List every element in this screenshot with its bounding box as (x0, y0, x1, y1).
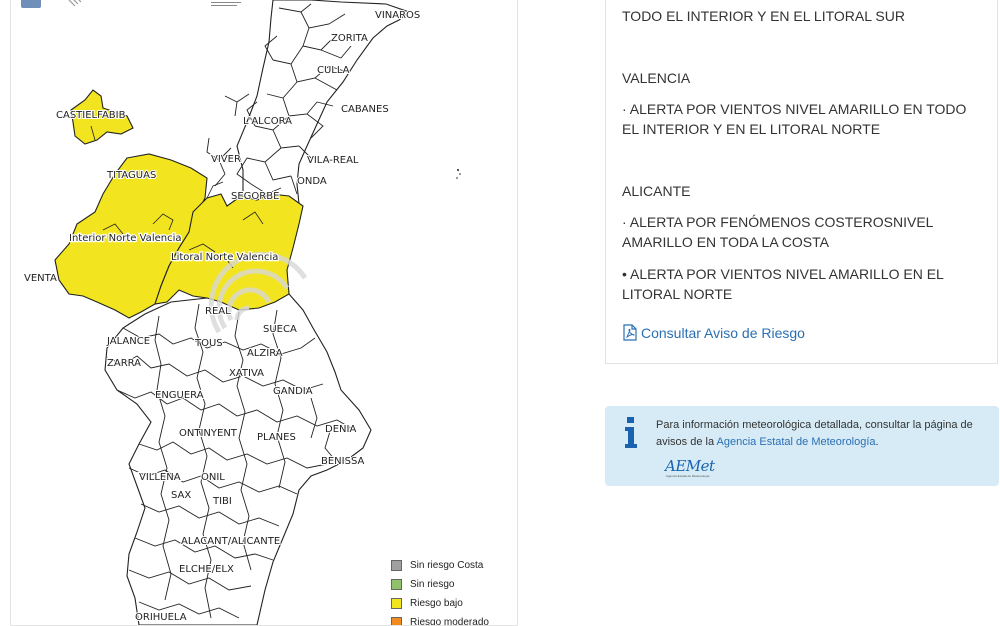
aviso-alicante-2: • ALERTA POR VIENTOS NIVEL AMARILLO EN E… (622, 266, 944, 302)
info-icon (625, 417, 637, 448)
label-culla: CULLA (317, 65, 350, 76)
label-cabanes: CABANES (341, 104, 389, 115)
zone-label-interior-norte: Interior Norte Valencia (69, 233, 182, 244)
label-denia: DENIA (325, 424, 356, 435)
generalitat-logo (211, 2, 241, 6)
label-orihuela: ORIHUELA (135, 612, 187, 623)
heading-alicante: ALICANTE (622, 183, 691, 199)
label-sax: SAX (171, 490, 191, 501)
legend-item-riesgo-bajo: Riesgo bajo (391, 594, 489, 613)
consultar-aviso-link[interactable]: Consultar Aviso de Riesgo (622, 324, 981, 341)
label-l-alcora: L'ALCORA (243, 116, 292, 127)
aemet-text-after: . (875, 436, 879, 448)
consultar-link-label: Consultar Aviso de Riesgo (641, 324, 805, 341)
aemet-info-box: Para información meteorológica detallada… (605, 406, 999, 486)
label-zarra: ZARRA (107, 358, 141, 369)
aemet-logo-text: AEMet (665, 457, 715, 475)
columbretes-islands (456, 169, 461, 179)
label-ontinyent: ONTINYENT (179, 428, 238, 439)
label-alcira: ALZIRA (247, 348, 283, 359)
region-outline (104, 0, 411, 625)
heading-valencia: VALENCIA (622, 70, 691, 86)
aviso-alicante-1: · ALERTA POR FENÓMENOS COSTEROSNIVEL AMA… (622, 214, 933, 250)
legend-item-sin-riesgo-costa: Sin riesgo Costa (391, 556, 489, 575)
pdf-file-icon (623, 324, 637, 341)
legend-label: Sin riesgo (410, 579, 455, 590)
label-zorita: ZORITA (331, 33, 368, 44)
legend-label: Sin riesgo Costa (410, 560, 484, 571)
label-viver: VIVER (211, 154, 241, 165)
label-planes: PLANES (257, 432, 296, 443)
legend-item-sin-riesgo: Sin riesgo (391, 575, 489, 594)
map-layer-icon[interactable] (68, 0, 82, 7)
aviso-line-top: TODO EL INTERIOR Y EN EL LITORAL SUR (622, 8, 905, 24)
label-jalance: JALANCE (106, 336, 150, 347)
zone-label-litoral-norte: Litoral Norte Valencia (171, 252, 278, 263)
map-panel: VINAROS ZORITA CULLA CABANES L'ALCORA VI… (10, 0, 518, 626)
aviso-panel: TODO EL INTERIOR Y EN EL LITORAL SUR VAL… (605, 0, 998, 364)
label-villena: VILLENA (139, 472, 181, 483)
label-onil: ONIL (201, 472, 225, 483)
label-segorbe: SEGORBE (231, 191, 279, 202)
label-titaguas: TITAGUAS (106, 170, 156, 181)
label-venta: VENTA (24, 273, 57, 284)
label-xativa: XATIVA (229, 368, 264, 379)
aemet-agency-link[interactable]: Agencia Estatal de Meteorología (717, 436, 876, 448)
aemet-logo-subtitle: Agencia Estatal de Meteorología (666, 474, 710, 478)
label-enguera: ENGUERA (155, 390, 204, 401)
label-vila-real: VILA-REAL (307, 155, 359, 166)
label-gandia: GANDIA (273, 386, 313, 397)
label-tous: TOUS (194, 338, 223, 349)
label-real: REAL (205, 306, 231, 317)
aemet-logo: AEMet Agencia Estatal de Meteorología (665, 457, 725, 481)
aemet-info-text: Para información meteorológica detallada… (656, 417, 976, 451)
legend-swatch (391, 579, 402, 590)
legend-swatch (391, 560, 402, 571)
legend-label: Riesgo bajo (410, 598, 463, 609)
legend-item-riesgo-moderado: Riesgo moderado (391, 613, 489, 625)
label-sueca: SUECA (263, 324, 297, 335)
risk-map[interactable]: VINAROS ZORITA CULLA CABANES L'ALCORA VI… (11, 0, 517, 625)
label-alacant: ALACANT/ALICANTE (181, 536, 280, 547)
label-vinaros: VINAROS (375, 10, 420, 21)
aviso-valencia-1: · ALERTA POR VIENTOS NIVEL AMARILLO EN T… (622, 101, 967, 137)
label-elche: ELCHE/ELX (179, 564, 234, 575)
legend-swatch (391, 598, 402, 609)
map-legend: Sin riesgo Costa Sin riesgo Riesgo bajo … (391, 556, 489, 625)
label-onda: ONDA (297, 176, 327, 187)
label-castielfabib: CASTIELFABIB (56, 110, 126, 121)
label-tibi: TIBI (212, 496, 232, 507)
map-tool-button[interactable] (21, 0, 41, 8)
label-benissa: BENISSA (321, 456, 364, 467)
